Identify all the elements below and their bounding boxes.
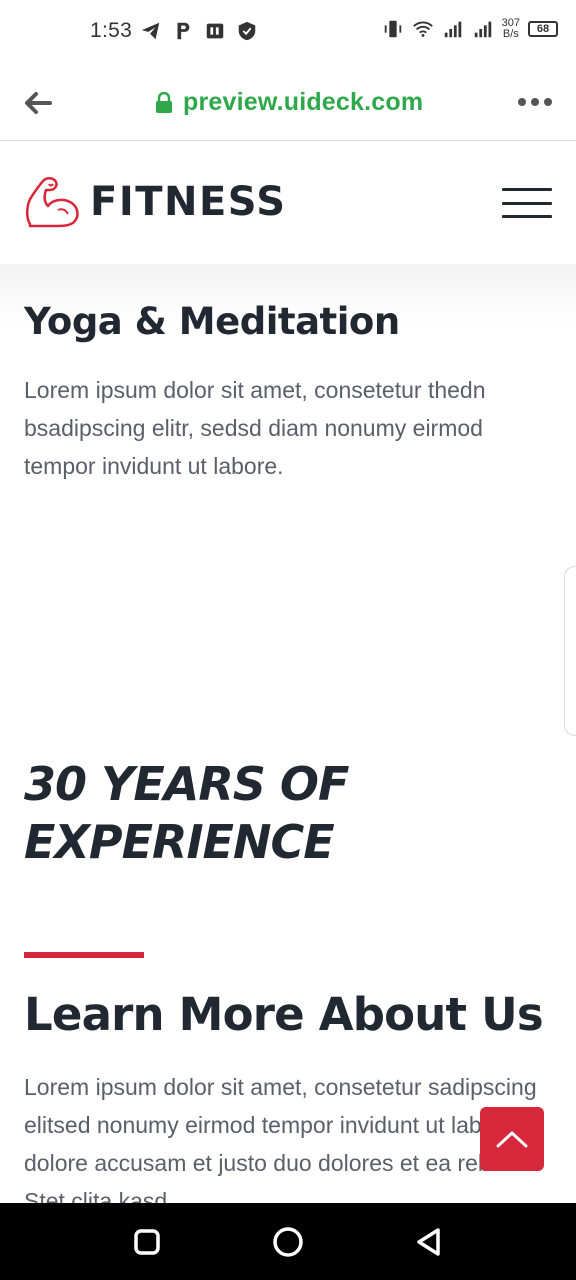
system-navigation-bar xyxy=(0,1203,576,1280)
site-header: FITNESS xyxy=(0,142,576,264)
address-bar[interactable]: preview.uideck.com xyxy=(155,88,423,117)
chevron-up-icon xyxy=(496,1131,528,1148)
paypal-icon xyxy=(177,22,190,40)
status-time: 1:53 xyxy=(90,19,133,42)
telegram-icon xyxy=(141,22,160,40)
vibrate-icon xyxy=(384,20,401,38)
shield-icon xyxy=(238,21,256,41)
browser-toolbar: preview.uideck.com xyxy=(0,64,576,141)
experience-line-1: 30 YEARS OF xyxy=(24,757,349,811)
yoga-title: Yoga & Meditation xyxy=(24,300,400,343)
flexed-arm-icon xyxy=(26,177,79,228)
accent-divider xyxy=(24,952,144,958)
home-circle-icon[interactable] xyxy=(271,1225,305,1259)
status-system-icons: 307 B/s 68 xyxy=(382,18,558,40)
status-bar: 1:53 307 B/s 68 xyxy=(0,0,576,64)
app-notification-icon xyxy=(206,23,224,39)
lock-icon xyxy=(156,91,172,113)
logo-text: FITNESS xyxy=(90,179,287,225)
about-title: Learn More About Us xyxy=(24,988,544,1041)
url-text: preview.uideck.com xyxy=(183,88,424,116)
signal-icon-2 xyxy=(474,21,491,38)
yoga-section: Yoga & Meditation Lorem ipsum dolor sit … xyxy=(24,300,544,485)
side-card-edge xyxy=(564,566,576,736)
recent-apps-icon[interactable] xyxy=(130,1225,164,1259)
yoga-text: Lorem ipsum dolor sit amet, consetetur t… xyxy=(24,377,486,479)
site-logo[interactable]: FITNESS xyxy=(22,174,287,230)
back-triangle-icon[interactable] xyxy=(412,1225,446,1259)
hamburger-menu-icon[interactable] xyxy=(502,188,552,218)
more-dots-icon[interactable] xyxy=(518,94,554,110)
status-notification-icons xyxy=(140,20,258,42)
experience-heading: 30 YEARS OF EXPERIENCE xyxy=(24,755,349,871)
battery-icon: 68 xyxy=(528,21,558,37)
about-text: Lorem ipsum dolor sit amet, consetetur s… xyxy=(24,1074,541,1214)
back-arrow-icon[interactable] xyxy=(22,88,54,118)
scroll-to-top-button[interactable] xyxy=(480,1107,544,1171)
wifi-icon xyxy=(412,21,433,37)
signal-icon-1 xyxy=(444,21,461,38)
network-speed-unit: B/s xyxy=(502,28,519,40)
experience-line-2: EXPERIENCE xyxy=(24,815,335,869)
network-speed: 307 B/s xyxy=(502,18,520,40)
